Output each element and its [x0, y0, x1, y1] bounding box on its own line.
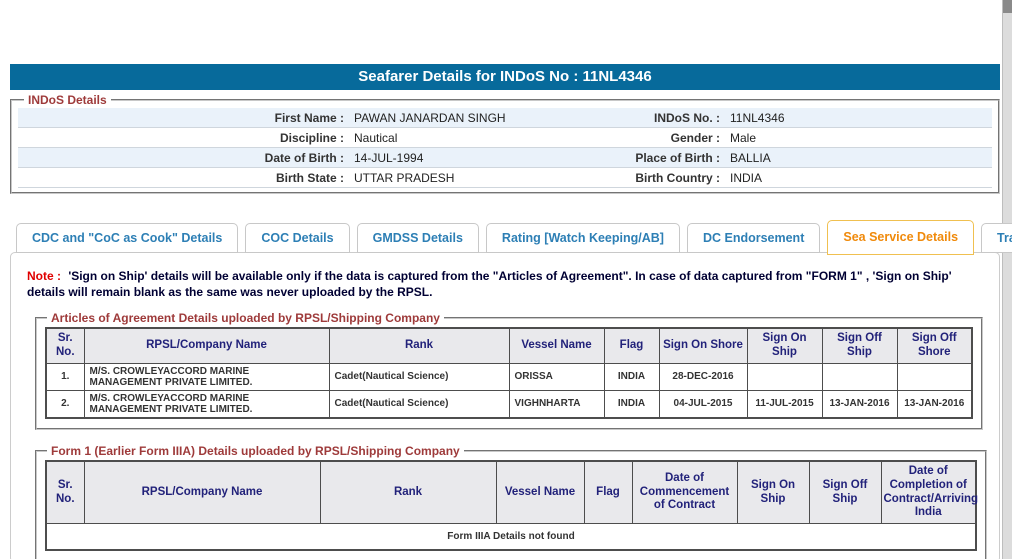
page-title-bar: Seafarer Details for INDoS No : 11NL4346	[10, 64, 1000, 90]
col-header-sign-off-shore: Sign Off Shore	[897, 328, 972, 363]
first-name-value: PAWAN JANARDAN SINGH	[348, 111, 574, 125]
cell-sign-off-ship: 13-JAN-2016	[822, 390, 897, 418]
cell-flag: INDIA	[604, 390, 659, 418]
col-header-date-of-completion: Date of Completion of Contract/Arriving …	[881, 461, 976, 524]
tab-training-details[interactable]: Training Details	[981, 223, 1012, 253]
table-row: 2. M/S. CROWLEYACCORD MARINE MANAGEMENT …	[46, 390, 972, 418]
empty-state-row: Form IIIA Details not found	[46, 524, 976, 550]
page: Seafarer Details for INDoS No : 11NL4346…	[0, 0, 1012, 559]
col-header-rank: Rank	[329, 328, 509, 363]
main-content: Seafarer Details for INDoS No : 11NL4346…	[10, 64, 1000, 559]
cell-vessel: VIGHNHARTA	[509, 390, 604, 418]
cell-sign-on-shore: 28-DEC-2016	[659, 363, 747, 390]
note-text: 'Sign on Ship' details will be available…	[27, 269, 952, 299]
date-of-birth-label: Date of Birth :	[18, 151, 348, 165]
tab-gmdss-details[interactable]: GMDSS Details	[357, 223, 479, 253]
cell-rank: Cadet(Nautical Science)	[329, 390, 509, 418]
form1-fieldset: Form 1 (Earlier Form IIIA) Details uploa…	[35, 444, 987, 559]
col-header-sign-off-ship: Sign Off Ship	[809, 461, 881, 524]
discipline-value: Nautical	[348, 131, 574, 145]
cell-sign-off-ship	[822, 363, 897, 390]
indos-no-value: 11NL4346	[724, 111, 992, 125]
gender-value: Male	[724, 131, 992, 145]
place-of-birth-label: Place of Birth :	[574, 151, 724, 165]
col-header-flag: Flag	[604, 328, 659, 363]
tab-rating-watch-keeping-ab[interactable]: Rating [Watch Keeping/AB]	[486, 223, 680, 253]
page-title: Seafarer Details for INDoS No : 11NL4346	[358, 68, 651, 85]
form1-legend: Form 1 (Earlier Form IIIA) Details uploa…	[47, 444, 464, 458]
col-header-sr-no: Sr. No.	[46, 461, 84, 524]
cell-flag: INDIA	[604, 363, 659, 390]
cell-company: M/S. CROWLEYACCORD MARINE MANAGEMENT PRI…	[84, 390, 329, 418]
form1-header-row: Sr. No. RPSL/Company Name Rank Vessel Na…	[46, 461, 976, 524]
gender-label: Gender :	[574, 131, 724, 145]
col-header-sign-off-ship: Sign Off Ship	[822, 328, 897, 363]
col-header-sign-on-ship: Sign On Ship	[747, 328, 822, 363]
cell-sign-off-shore: 13-JAN-2016	[897, 390, 972, 418]
birth-country-label: Birth Country :	[574, 171, 724, 185]
col-header-sr-no: Sr. No.	[46, 328, 84, 363]
cell-rank: Cadet(Nautical Science)	[329, 363, 509, 390]
tab-cdc-and-coc-as-cook-details[interactable]: CDC and "CoC as Cook" Details	[16, 223, 238, 253]
cell-sign-on-ship	[747, 363, 822, 390]
info-row-4: Birth State : UTTAR PRADESH Birth Countr…	[18, 168, 992, 188]
col-header-company: RPSL/Company Name	[84, 461, 320, 524]
birth-state-label: Birth State :	[18, 171, 348, 185]
cell-sr-no: 2.	[46, 390, 84, 418]
date-of-birth-value: 14-JUL-1994	[348, 151, 574, 165]
tab-sea-service-details[interactable]: Sea Service Details	[827, 220, 974, 255]
note-label: Note :	[27, 269, 65, 283]
form1-not-found-message: Form IIIA Details not found	[46, 524, 976, 550]
sea-service-details-panel: Note : 'Sign on Ship' details will be av…	[10, 252, 1000, 559]
col-header-vessel: Vessel Name	[509, 328, 604, 363]
note: Note : 'Sign on Ship' details will be av…	[11, 253, 999, 300]
scrollbar-track[interactable]	[1002, 0, 1012, 559]
place-of-birth-value: BALLIA	[724, 151, 992, 165]
cell-sr-no: 1.	[46, 363, 84, 390]
indos-no-label: INDoS No. :	[574, 111, 724, 125]
cell-sign-off-shore	[897, 363, 972, 390]
birth-state-value: UTTAR PRADESH	[348, 171, 574, 185]
articles-of-agreement-legend: Articles of Agreement Details uploaded b…	[47, 311, 444, 325]
articles-of-agreement-fieldset: Articles of Agreement Details uploaded b…	[35, 311, 983, 430]
birth-country-value: INDIA	[724, 171, 992, 185]
tab-dc-endorsement[interactable]: DC Endorsement	[687, 223, 820, 253]
col-header-date-of-commencement: Date of Commencement of Contract	[632, 461, 737, 524]
indos-details-fieldset: INDoS Details First Name : PAWAN JANARDA…	[10, 93, 1000, 194]
table-row: 1. M/S. CROWLEYACCORD MARINE MANAGEMENT …	[46, 363, 972, 390]
tab-bar: CDC and "CoC as Cook" Details COC Detail…	[10, 220, 1000, 253]
cell-vessel: ORISSA	[509, 363, 604, 390]
info-row-1: First Name : PAWAN JANARDAN SINGH INDoS …	[18, 108, 992, 128]
discipline-label: Discipline :	[18, 131, 348, 145]
indos-details-legend: INDoS Details	[24, 93, 111, 107]
first-name-label: First Name :	[18, 111, 348, 125]
info-row-2: Discipline : Nautical Gender : Male	[18, 128, 992, 148]
col-header-sign-on-ship: Sign On Ship	[737, 461, 809, 524]
articles-of-agreement-table: Sr. No. RPSL/Company Name Rank Vessel Na…	[45, 327, 973, 419]
scrollbar-thumb[interactable]	[1003, 0, 1012, 13]
col-header-flag: Flag	[584, 461, 632, 524]
articles-header-row: Sr. No. RPSL/Company Name Rank Vessel Na…	[46, 328, 972, 363]
col-header-sign-on-shore: Sign On Shore	[659, 328, 747, 363]
tab-coc-details[interactable]: COC Details	[245, 223, 349, 253]
col-header-rank: Rank	[320, 461, 496, 524]
col-header-vessel: Vessel Name	[496, 461, 584, 524]
form1-table: Sr. No. RPSL/Company Name Rank Vessel Na…	[45, 460, 977, 551]
cell-company: M/S. CROWLEYACCORD MARINE MANAGEMENT PRI…	[84, 363, 329, 390]
cell-sign-on-ship: 11-JUL-2015	[747, 390, 822, 418]
col-header-company: RPSL/Company Name	[84, 328, 329, 363]
cell-sign-on-shore: 04-JUL-2015	[659, 390, 747, 418]
info-row-3: Date of Birth : 14-JUL-1994 Place of Bir…	[18, 148, 992, 168]
